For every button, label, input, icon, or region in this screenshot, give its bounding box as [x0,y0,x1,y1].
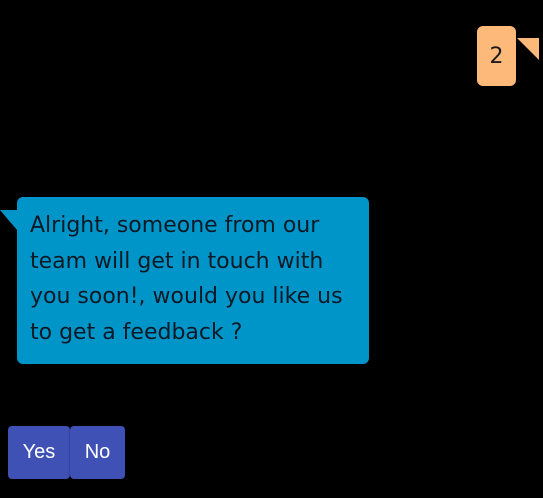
bot-message-text: Alright, someone from our team will get … [30,213,343,345]
yes-button[interactable]: Yes [8,426,70,479]
bot-bubble-tail [0,210,17,230]
quick-replies: Yes No [8,426,125,479]
no-button[interactable]: No [70,426,125,479]
bot-message-bubble: Alright, someone from our team will get … [17,197,369,364]
user-message-bubble: 2 [477,26,516,86]
user-bubble-tail [517,38,539,60]
chat-window: 2 Alright, someone from our team will ge… [0,0,543,498]
user-message-text: 2 [489,43,504,69]
